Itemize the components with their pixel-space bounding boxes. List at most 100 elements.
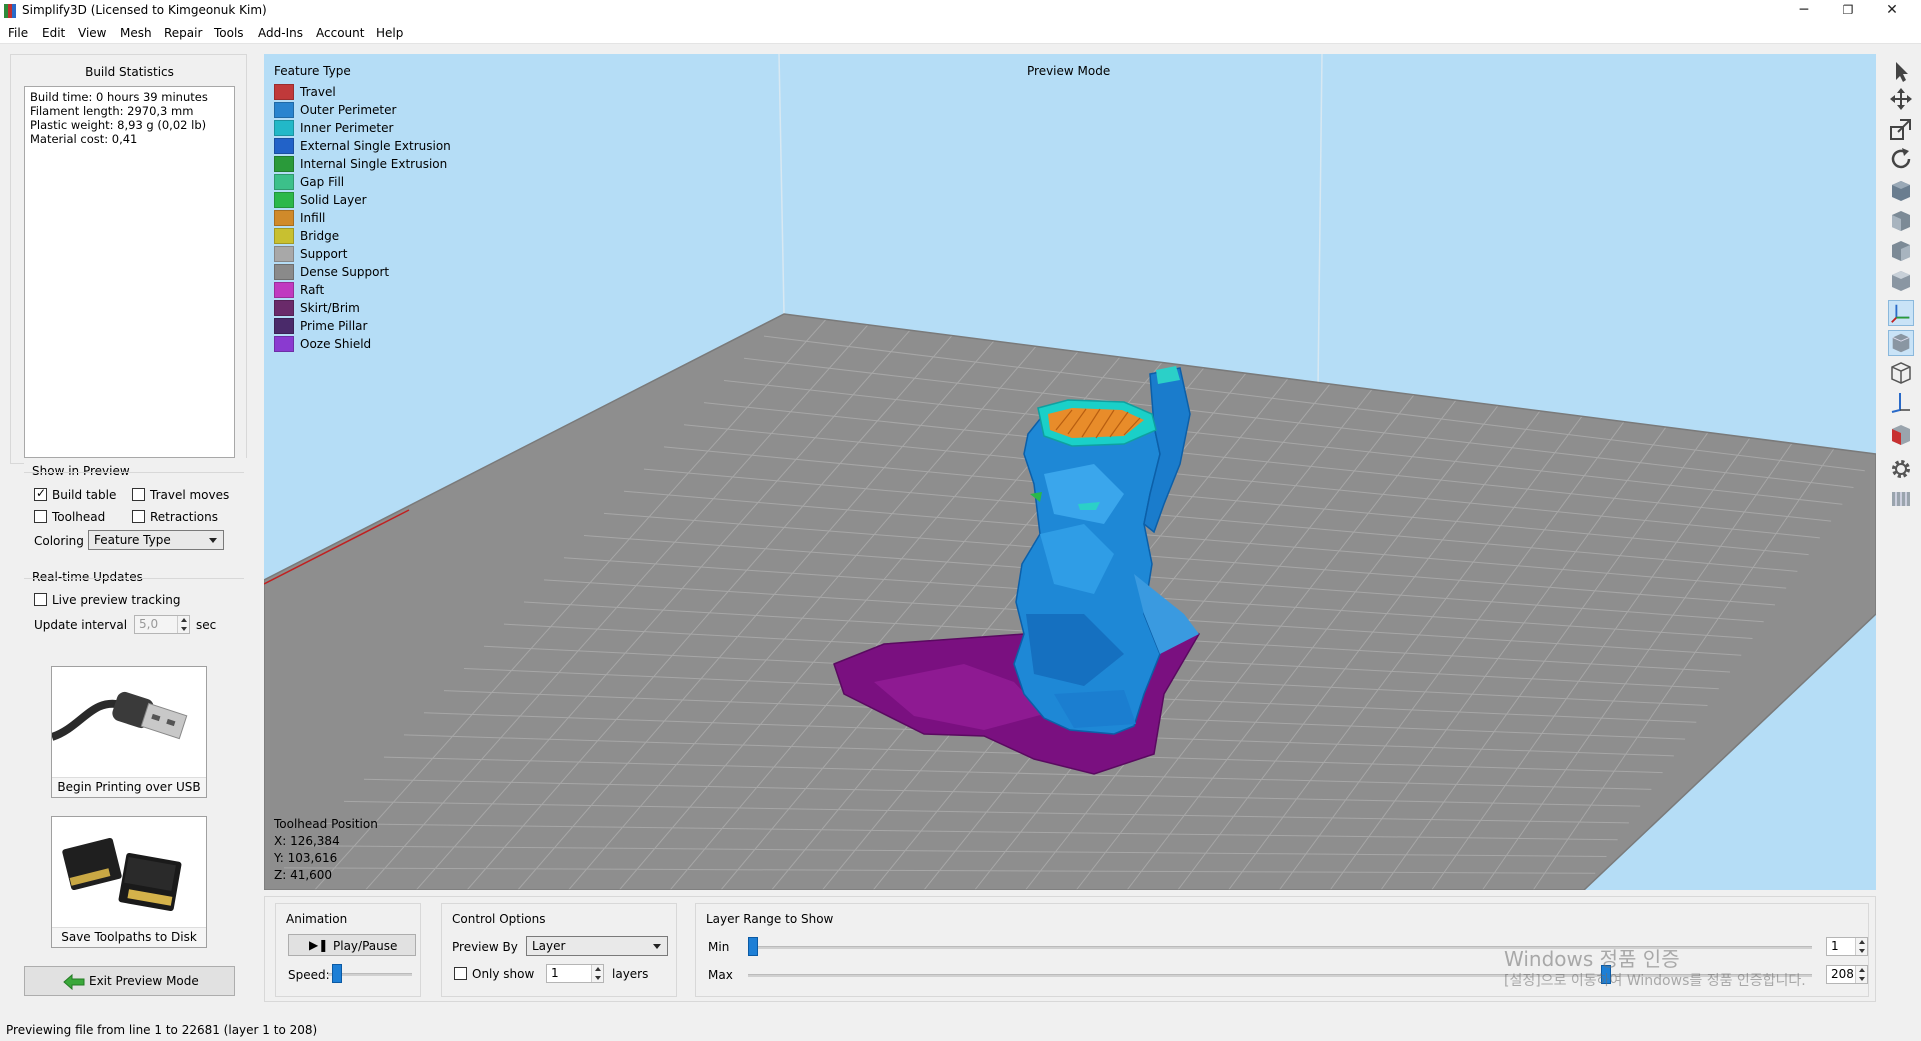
legend-label: Infill <box>300 211 326 225</box>
view-top-icon[interactable] <box>1888 268 1914 294</box>
menu-view[interactable]: View <box>78 26 106 40</box>
spin-arrows-icon[interactable] <box>591 965 603 982</box>
legend-label: Prime Pillar <box>300 319 368 333</box>
3d-viewport[interactable]: Feature Type Travel Outer Perimeter Inner … <box>264 54 1876 890</box>
layer-min-slider-thumb[interactable] <box>748 937 758 956</box>
legend-label: External Single Extrusion <box>300 139 451 153</box>
legend-swatch <box>274 84 294 100</box>
coloring-label: Coloring <box>34 534 84 548</box>
section-view-icon[interactable] <box>1888 422 1914 448</box>
preview-by-dropdown[interactable]: Layer <box>526 936 668 956</box>
toolhead-position-title: Toolhead Position <box>274 817 378 831</box>
settings-gear-icon[interactable] <box>1888 456 1914 482</box>
menu-tools[interactable]: Tools <box>214 26 244 40</box>
legend-swatch <box>274 210 294 226</box>
exit-preview-mode-button[interactable]: Exit Preview Mode <box>24 966 235 996</box>
only-show-value: 1 <box>551 966 559 980</box>
menu-add-ins[interactable]: Add-Ins <box>258 26 303 40</box>
usb-cable-icon <box>50 691 188 741</box>
layers-label: layers <box>612 967 649 981</box>
view-front-icon[interactable] <box>1888 208 1914 234</box>
legend-swatch <box>274 336 294 352</box>
exit-preview-mode-label: Exit Preview Mode <box>89 974 199 988</box>
play-pause-button[interactable]: ▶❚ Play/Pause <box>288 934 416 956</box>
move-icon[interactable] <box>1888 86 1914 112</box>
legend-item: Solid Layer <box>274 190 367 208</box>
control-options-title: Control Options <box>452 912 546 926</box>
activation-watermark-title: Windows 정품 인증 <box>1504 947 1680 971</box>
toolhead-checkbox[interactable] <box>34 510 47 523</box>
wireframe-icon[interactable] <box>1888 360 1914 386</box>
toolhead-label: Toolhead <box>52 510 106 524</box>
legend-item: Travel <box>274 82 351 100</box>
stat-plastic-weight: Plastic weight: 8,93 g (0,02 lb) <box>30 118 207 132</box>
legend-label: Solid Layer <box>300 193 367 207</box>
legend-item: Ooze Shield <box>274 334 371 352</box>
status-bar: Previewing file from line 1 to 22681 (la… <box>0 1019 1921 1041</box>
layer-max-value: 208 <box>1831 967 1854 981</box>
menu-account[interactable]: Account <box>316 26 364 40</box>
legend-item: Skirt/Brim <box>274 298 360 316</box>
toolhead-z: Z: 41,600 <box>274 868 333 882</box>
menu-edit[interactable]: Edit <box>42 26 65 40</box>
update-interval-label: Update interval <box>34 618 128 632</box>
save-toolpaths-disk-button[interactable]: Save Toolpaths to Disk <box>51 816 207 948</box>
retractions-checkbox[interactable] <box>132 510 145 523</box>
only-show-layers-spinbox[interactable]: 1 <box>546 964 604 983</box>
legend-swatch <box>274 264 294 280</box>
legend-label: Travel <box>300 85 336 99</box>
build-statistics-group: Build Statistics Build time: 0 hours 39 … <box>10 54 247 464</box>
rotate-icon[interactable] <box>1888 146 1914 172</box>
view-default-icon[interactable] <box>1888 178 1914 204</box>
layer-min-spinbox[interactable]: 1 <box>1826 937 1868 956</box>
realtime-updates-title: Real-time Updates <box>32 570 143 584</box>
legend-label: Bridge <box>300 229 340 243</box>
menu-help[interactable]: Help <box>376 26 403 40</box>
coloring-dropdown[interactable]: Feature Type <box>88 530 224 550</box>
spin-arrows-icon[interactable] <box>1855 938 1867 955</box>
legend-swatch <box>274 174 294 190</box>
axes-icon[interactable] <box>1888 300 1914 326</box>
restore-button[interactable]: ❐ <box>1826 0 1870 22</box>
build-statistics-title: Build Statistics <box>85 65 174 79</box>
view-side-icon[interactable] <box>1888 238 1914 264</box>
solid-shading-icon[interactable] <box>1888 330 1914 356</box>
update-interval-spinbox[interactable]: 5,0 <box>134 615 190 634</box>
animation-title: Animation <box>286 912 348 926</box>
app-icon <box>4 4 16 18</box>
minimize-button[interactable]: ─ <box>1782 0 1826 22</box>
legend-swatch <box>274 282 294 298</box>
legend-item: Bridge <box>274 226 351 244</box>
layer-max-label: Max <box>708 968 733 982</box>
menu-file[interactable]: File <box>8 26 28 40</box>
travel-moves-checkbox[interactable] <box>132 488 145 501</box>
close-button[interactable]: ✕ <box>1870 0 1914 22</box>
only-show-checkbox[interactable] <box>454 967 467 980</box>
legend-item: Prime Pillar <box>274 316 367 334</box>
extra-icon[interactable] <box>1888 486 1914 512</box>
legend-swatch <box>274 120 294 136</box>
begin-printing-usb-button[interactable]: Begin Printing over USB <box>50 666 207 798</box>
live-preview-tracking-checkbox[interactable] <box>34 593 47 606</box>
scale-icon[interactable] <box>1888 116 1914 142</box>
spin-arrows-icon[interactable] <box>177 616 189 633</box>
spin-arrows-icon[interactable] <box>1855 966 1867 983</box>
layer-range-title: Layer Range to Show <box>706 912 834 926</box>
chevron-down-icon <box>653 944 661 949</box>
begin-printing-usb-label: Begin Printing over USB <box>52 777 206 797</box>
cross-section-icon[interactable] <box>1888 390 1914 416</box>
legend-label: Dense Support <box>300 265 390 279</box>
layer-max-spinbox[interactable]: 208 <box>1826 965 1868 984</box>
build-table-checkbox[interactable] <box>34 486 47 501</box>
layer-min-label: Min <box>708 940 730 954</box>
menu-mesh[interactable]: Mesh <box>120 26 152 40</box>
speed-slider-thumb[interactable] <box>332 964 342 983</box>
legend-label: Outer Perimeter <box>300 103 397 117</box>
build-table-label: Build table <box>52 488 117 502</box>
menu-repair[interactable]: Repair <box>164 26 202 40</box>
toolhead-x: X: 126,384 <box>274 834 340 848</box>
legend-swatch <box>274 156 294 172</box>
legend-label: Gap Fill <box>300 175 345 189</box>
build-scene <box>264 54 1876 890</box>
select-icon[interactable] <box>1888 58 1914 84</box>
